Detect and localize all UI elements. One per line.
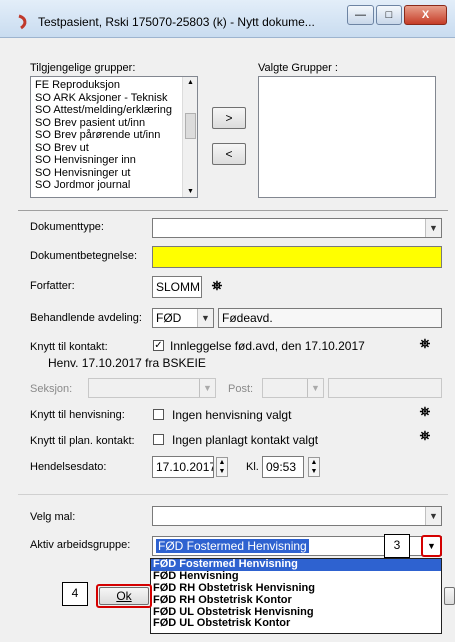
post-select: ▼ — [262, 378, 324, 398]
list-item[interactable]: SO Henvisninger ut — [31, 167, 181, 180]
divider — [18, 494, 448, 495]
knytt-henvisning-value: Ingen henvisning valgt — [172, 408, 292, 422]
chevron-down-icon: ▼ — [427, 541, 436, 551]
dokumentbetegnelse-field[interactable] — [152, 246, 442, 268]
knytt-kontakt-value: Innleggelse fød.avd, den 17.10.2017 — [170, 339, 365, 353]
time-spinner[interactable]: ▲ ▼ — [308, 457, 320, 477]
dropdown-option[interactable]: FØD RH Obstetrisk Kontor — [151, 594, 441, 607]
binoculars-icon[interactable]: ⛯ — [206, 278, 228, 296]
divider — [18, 210, 448, 211]
window-titlebar[interactable]: Testpasient, Rski 175070-25803 (k) - Nyt… — [0, 0, 455, 38]
scroll-thumb[interactable] — [185, 113, 196, 139]
aktiv-arbeidsgruppe-dropdown[interactable]: FØD Fostermed Henvisning FØD Henvisning … — [150, 558, 442, 634]
knytt-plan-label: Knytt til plan. kontakt: — [30, 435, 135, 447]
post-label: Post: — [228, 383, 254, 395]
knytt-henvisning-checkbox[interactable] — [153, 409, 164, 420]
knytt-plan-value: Ingen planlagt kontakt valgt — [172, 433, 319, 447]
ok-button-label: Ok — [116, 589, 132, 603]
cancel-button-partial[interactable] — [444, 587, 455, 605]
chevron-down-icon[interactable]: ▼ — [197, 309, 213, 327]
behandlende-select[interactable]: FØD ▼ — [152, 308, 214, 328]
callout-marker-3: 3 — [384, 534, 410, 558]
dokumenttype-select[interactable]: ▼ — [152, 218, 442, 238]
available-groups-list[interactable]: FE Reproduksjon SO ARK Aksjoner - Teknis… — [30, 76, 198, 198]
dropdown-option[interactable]: FØD Henvisning — [151, 570, 441, 583]
forfatter-label: Forfatter: — [30, 280, 75, 292]
list-item[interactable]: FE Reproduksjon — [31, 79, 181, 92]
dokumenttype-label: Dokumenttype: — [30, 221, 104, 233]
aktiv-dropdown-button[interactable]: ▼ — [421, 535, 442, 557]
chevron-down-icon[interactable]: ▼ — [425, 219, 441, 237]
chevron-down-icon: ▼ — [199, 379, 215, 397]
chevron-down-icon: ▼ — [307, 379, 323, 397]
window-title: Testpasient, Rski 175070-25803 (k) - Nyt… — [38, 15, 315, 29]
knytt-kontakt-checkbox[interactable]: ✓ — [153, 340, 164, 351]
minimize-button[interactable]: — — [347, 5, 374, 25]
aktiv-arbeidsgruppe-label: Aktiv arbeidsgruppe: — [30, 539, 131, 551]
knytt-plan-checkbox[interactable] — [153, 434, 164, 445]
selected-groups-label: Valgte Grupper : — [258, 62, 338, 74]
dropdown-option[interactable]: FØD RH Obstetrisk Henvisning — [151, 582, 441, 595]
knytt-henvisning-label: Knytt til henvisning: — [30, 409, 125, 421]
forfatter-field[interactable]: SLOMM — [152, 276, 202, 298]
seksjon-select: ▼ — [88, 378, 216, 398]
velg-mal-select[interactable]: ▼ — [152, 506, 442, 526]
add-group-button[interactable]: > — [212, 107, 246, 129]
kl-field[interactable]: 09:53 — [262, 456, 304, 478]
binoculars-icon[interactable]: ⛯ — [414, 336, 436, 354]
remove-group-button[interactable]: < — [212, 143, 246, 165]
behandlende-code: FØD — [156, 311, 182, 325]
list-item[interactable]: SO Attest/melding/erklæring — [31, 104, 181, 117]
chevron-down-icon[interactable]: ▼ — [425, 507, 441, 525]
selected-groups-list[interactable] — [258, 76, 436, 198]
seksjon-label: Seksjon: — [30, 383, 73, 395]
close-button[interactable]: X — [404, 5, 447, 25]
knytt-kontakt-label: Knytt til kontakt: — [30, 341, 108, 353]
ok-button[interactable]: Ok — [99, 587, 149, 605]
list-scrollbar[interactable]: ▲ ▼ — [182, 77, 197, 197]
behandlende-name: Fødeavd. — [218, 308, 442, 328]
maximize-button[interactable]: □ — [376, 5, 402, 25]
binoculars-icon[interactable]: ⛯ — [414, 428, 436, 446]
app-icon — [18, 14, 27, 30]
list-item[interactable]: SO ARK Aksjoner - Teknisk — [31, 92, 181, 105]
dokumentbetegnelse-label: Dokumentbetegnelse: — [30, 250, 138, 262]
aktiv-arbeidsgruppe-value: FØD Fostermed Henvisning — [156, 539, 309, 553]
hendelsesdato-field[interactable]: 17.10.2017 — [152, 456, 214, 478]
dropdown-option[interactable]: FØD UL Obstetrisk Kontor — [151, 618, 441, 630]
list-item[interactable]: SO Jordmor journal — [31, 179, 181, 192]
binoculars-icon[interactable]: ⛯ — [414, 404, 436, 422]
list-item[interactable]: SO Brev pasient ut/inn — [31, 117, 181, 130]
callout-marker-4: 4 — [62, 582, 88, 606]
scroll-down-icon[interactable]: ▼ — [185, 188, 196, 195]
henvisning-info: Henv. 17.10.2017 fra BSKEIE — [48, 356, 206, 370]
kl-label: Kl. — [246, 461, 259, 473]
post-name — [328, 378, 442, 398]
list-item[interactable]: SO Brev ut — [31, 142, 181, 155]
date-spinner[interactable]: ▲ ▼ — [216, 457, 228, 477]
available-groups-label: Tilgjengelige grupper: — [30, 62, 136, 74]
list-item[interactable]: SO Henvisninger inn — [31, 154, 181, 167]
velg-mal-label: Velg mal: — [30, 511, 76, 523]
list-item[interactable]: SO Brev pårørende ut/inn — [31, 129, 181, 142]
behandlende-label: Behandlende avdeling: — [30, 312, 142, 324]
scroll-up-icon[interactable]: ▲ — [185, 79, 196, 86]
hendelsesdato-label: Hendelsesdato: — [30, 461, 107, 473]
